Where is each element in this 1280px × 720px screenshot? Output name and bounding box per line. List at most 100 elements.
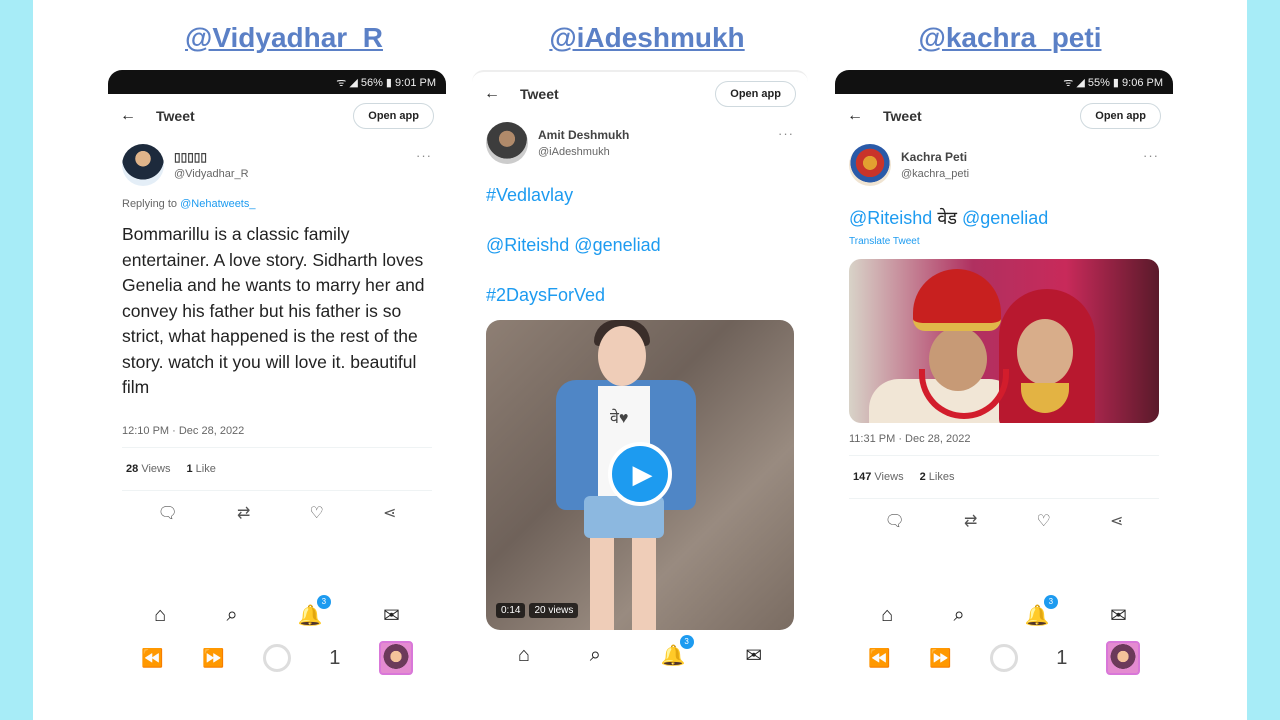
- status-bar: ᯤ ◢ 55% ▮ 9:06 PM: [835, 70, 1173, 94]
- forward-icon[interactable]: ⏩: [929, 648, 951, 669]
- shirt-text: वे♥: [610, 410, 629, 427]
- likes-stat[interactable]: 1 Like: [186, 463, 215, 475]
- system-nav: ⏪ ⏩ 1: [835, 640, 1173, 676]
- page-title: Tweet: [520, 86, 559, 102]
- replying-mention-link[interactable]: @Nehatweets_: [180, 198, 255, 210]
- home-icon[interactable]: ⌂: [518, 644, 530, 667]
- video-views: 20 views: [529, 603, 579, 618]
- bottom-nav: ⌂ ⌕ 🔔 3 ✉: [472, 634, 808, 670]
- notification-badge: 3: [1043, 594, 1058, 609]
- tweet-video[interactable]: वे♥ ▶ 0:14 20 views: [486, 320, 794, 630]
- tweet-stats: 147 Views 2 Likes: [835, 456, 1173, 498]
- mentions-link[interactable]: @Riteishd @geneliad: [472, 234, 808, 256]
- play-icon[interactable]: ▶: [608, 442, 672, 506]
- tweet-author[interactable]: Amit Deshmukh @iAdeshmukh ···: [472, 116, 808, 170]
- replying-to: Replying to @Nehatweets_: [108, 192, 446, 210]
- profile-thumbnail[interactable]: [378, 641, 413, 675]
- hashtag-2daysforved[interactable]: #2DaysForVed: [472, 284, 808, 306]
- share-icon[interactable]: ⋖: [383, 503, 396, 523]
- tweet-timestamp[interactable]: 12:10 PM · Dec 28, 2022: [108, 415, 446, 447]
- avatar[interactable]: [122, 144, 164, 186]
- tweet-header: ← Tweet Open app: [108, 94, 446, 138]
- open-app-button[interactable]: Open app: [353, 103, 434, 129]
- display-name: Amit Deshmukh: [538, 128, 630, 142]
- views-label: Views: [141, 462, 171, 475]
- notifications-button[interactable]: 🔔 3: [1025, 594, 1058, 628]
- views-label: Views: [874, 471, 904, 483]
- reply-icon[interactable]: 🗨: [158, 503, 178, 523]
- tweet-header: ← Tweet Open app: [835, 94, 1173, 138]
- open-app-button[interactable]: Open app: [715, 81, 796, 107]
- rewind-icon[interactable]: ⏪: [141, 648, 163, 669]
- mention-geneliad[interactable]: @geneliad: [962, 208, 1048, 228]
- like-icon[interactable]: ♡: [310, 503, 324, 523]
- page-title: Tweet: [156, 108, 195, 124]
- back-arrow-icon[interactable]: ←: [120, 107, 136, 125]
- more-options-icon[interactable]: ···: [1143, 148, 1159, 163]
- likes-stat[interactable]: 2 Likes: [920, 471, 955, 483]
- more-options-icon[interactable]: ···: [416, 148, 432, 163]
- home-circle-button[interactable]: [989, 644, 1018, 672]
- tweet-author[interactable]: ▯▯▯▯▯ @Vidyadhar_R ···: [108, 138, 446, 192]
- mention-riteishd[interactable]: @Riteishd: [849, 208, 932, 228]
- display-name: ▯▯▯▯▯: [174, 150, 208, 164]
- like-icon[interactable]: ♡: [1037, 511, 1051, 531]
- page-title: Tweet: [883, 108, 922, 124]
- photo-figure: [913, 269, 1001, 331]
- username: @kachra_peti: [901, 168, 970, 180]
- more-options-icon[interactable]: ···: [778, 126, 794, 141]
- avatar[interactable]: [849, 144, 891, 186]
- replying-prefix: Replying to: [122, 198, 178, 210]
- search-icon[interactable]: ⌕: [226, 604, 237, 627]
- messages-icon[interactable]: ✉: [745, 643, 762, 668]
- devanagari-text: वेड: [937, 208, 957, 228]
- share-icon[interactable]: ⋖: [1110, 511, 1123, 531]
- bottom-nav: ⌂ ⌕ 🔔 3 ✉: [108, 594, 446, 630]
- home-circle-button[interactable]: [262, 644, 291, 672]
- home-icon[interactable]: ⌂: [881, 604, 893, 627]
- handle-vidyadhar[interactable]: @Vidyadhar_R: [185, 22, 383, 54]
- video-figure-head: [598, 326, 646, 386]
- rewind-icon[interactable]: ⏪: [868, 648, 890, 669]
- search-icon[interactable]: ⌕: [590, 644, 601, 667]
- phone-vidyadhar: ᯤ ◢ 56% ▮ 9:01 PM ← Tweet Open app ▯▯▯▯▯…: [108, 70, 446, 690]
- views-stat[interactable]: 28 Views: [126, 463, 170, 475]
- home-icon[interactable]: ⌂: [154, 604, 166, 627]
- username: @iAdeshmukh: [538, 146, 610, 158]
- notifications-button[interactable]: 🔔 3: [660, 634, 694, 668]
- system-nav: ⏪ ⏩ 1: [108, 640, 446, 676]
- handle-iadeshmukh[interactable]: @iAdeshmukh: [549, 22, 744, 54]
- bell-icon: 🔔: [660, 644, 686, 667]
- tab-count[interactable]: 1: [1056, 647, 1067, 670]
- tweet-stats: 28 Views 1 Like: [108, 448, 446, 490]
- forward-icon[interactable]: ⏩: [202, 648, 224, 669]
- views-count: 28: [126, 462, 139, 475]
- back-arrow-icon[interactable]: ←: [847, 107, 863, 125]
- likes-label: Likes: [928, 471, 955, 483]
- username: @Vidyadhar_R: [174, 168, 249, 180]
- notification-badge: 3: [679, 634, 694, 649]
- tweet-timestamp[interactable]: 11:31 PM · Dec 28, 2022: [835, 423, 1173, 455]
- hashtag-vedlavlay[interactable]: #Vedlavlay: [472, 184, 808, 206]
- profile-thumbnail[interactable]: [1105, 641, 1140, 675]
- video-duration: 0:14: [496, 603, 526, 618]
- tweet-author[interactable]: Kachra Peti @kachra_peti ···: [835, 138, 1173, 192]
- tab-count[interactable]: 1: [329, 647, 340, 670]
- phone-iadeshmukh: ← Tweet Open app Amit Deshmukh @iAdeshmu…: [472, 70, 808, 690]
- translate-tweet-link[interactable]: Translate Tweet: [835, 230, 1173, 247]
- handle-kachra-peti[interactable]: @kachra_peti: [919, 22, 1102, 54]
- messages-icon[interactable]: ✉: [1110, 603, 1127, 628]
- notifications-button[interactable]: 🔔 3: [298, 594, 331, 628]
- tweet-photo[interactable]: [849, 259, 1159, 423]
- avatar[interactable]: [486, 122, 528, 164]
- open-app-button[interactable]: Open app: [1080, 103, 1161, 129]
- retweet-icon[interactable]: ⇄: [964, 511, 977, 531]
- views-stat[interactable]: 147 Views: [853, 471, 904, 483]
- views-count: 147: [853, 471, 872, 483]
- retweet-icon[interactable]: ⇄: [237, 503, 250, 523]
- tweet-text: @Riteishd वेड @geneliad: [835, 206, 1173, 230]
- search-icon[interactable]: ⌕: [953, 604, 964, 627]
- reply-icon[interactable]: 🗨: [885, 511, 905, 531]
- messages-icon[interactable]: ✉: [383, 603, 400, 628]
- back-arrow-icon[interactable]: ←: [484, 85, 500, 103]
